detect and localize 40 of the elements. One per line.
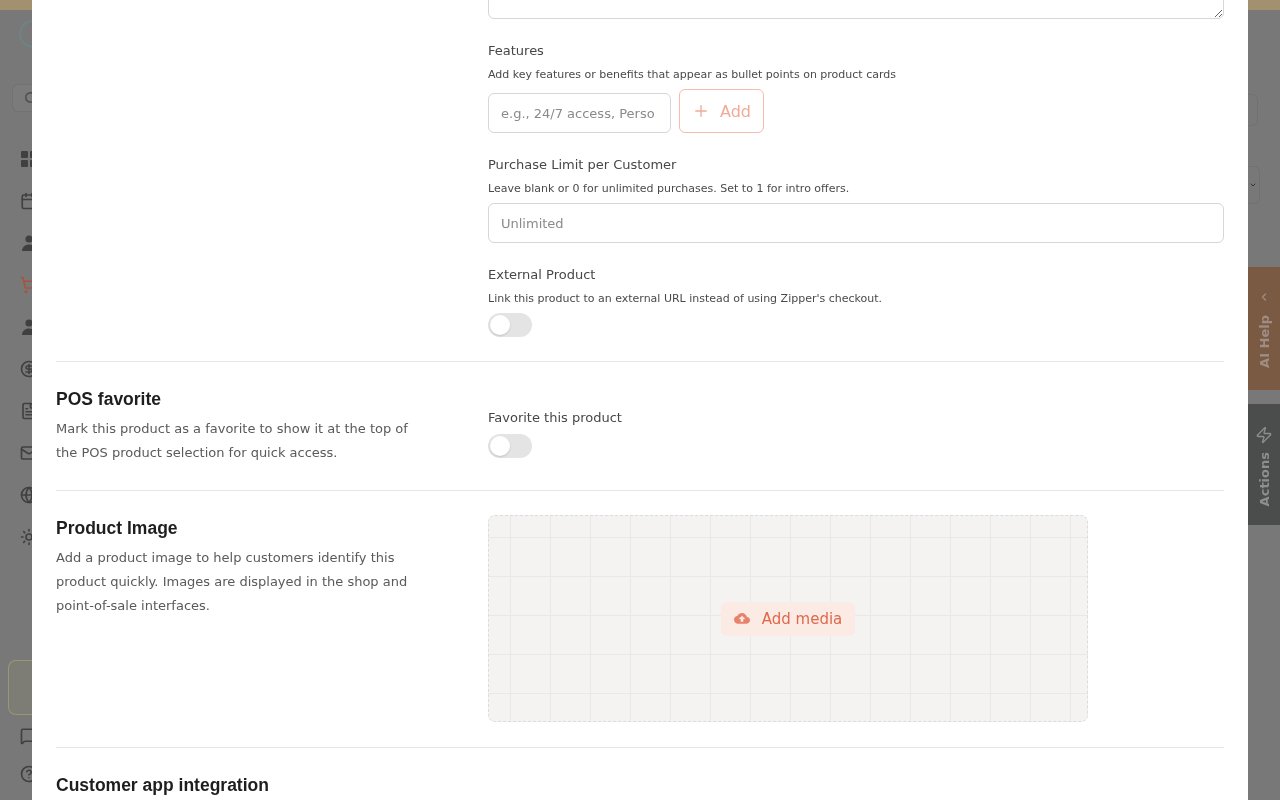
plus-icon — [692, 102, 710, 120]
media-dropzone[interactable]: Add media — [488, 515, 1088, 722]
sun-icon[interactable] — [20, 528, 32, 546]
input-field[interactable] — [1248, 94, 1258, 126]
section-title: Customer app integration — [56, 774, 270, 797]
field-label: Favorite this product — [488, 409, 623, 427]
mail-icon[interactable] — [20, 444, 32, 462]
cloud-upload-icon — [733, 610, 750, 627]
lightning-icon — [1255, 426, 1273, 444]
section-description: Mark this product as a favorite to show it at the top of the POS product selection for quick access. — [56, 420, 409, 462]
person-icon[interactable] — [20, 318, 32, 336]
document-icon[interactable] — [20, 402, 32, 420]
field-label: Purchase Limit per Customer — [488, 156, 678, 174]
toggle-switch[interactable] — [488, 434, 532, 458]
field-hint: Add key features or benefits that appear as bullet points on product cards — [488, 67, 897, 83]
field-label: Features — [488, 42, 545, 60]
toggle-switch[interactable] — [488, 313, 532, 337]
help-icon[interactable] — [20, 765, 32, 783]
banner-strip — [1248, 0, 1280, 10]
actions-tab[interactable]: Actions — [1248, 404, 1280, 525]
search-field[interactable] — [12, 84, 32, 112]
field-hint: Link this product to an external URL instead of using Zipper's checkout. — [488, 291, 883, 307]
calendar-icon[interactable] — [20, 192, 32, 210]
globe-icon[interactable] — [20, 486, 32, 504]
banner-strip — [0, 0, 32, 10]
search-icon — [24, 91, 32, 105]
help-tab[interactable]: AI Help — [1248, 267, 1280, 390]
person-icon[interactable] — [20, 234, 32, 252]
select-field[interactable] — [1248, 166, 1260, 204]
logo-icon — [19, 20, 32, 48]
grid-icon[interactable] — [20, 150, 32, 168]
chat-icon[interactable] — [20, 727, 32, 745]
add-media-button[interactable]: Add media — [720, 601, 856, 636]
field-label: External Product — [488, 266, 597, 284]
field-hint: Leave blank or 0 for unlimited purchases. Set to 1 for intro offers. — [488, 181, 851, 197]
section-description: Add a product image to help customers identify this product quickly. Images are displayed in the shop and point-of-sale interfaces. — [56, 549, 409, 615]
coin-icon[interactable] — [20, 360, 32, 378]
section-title: POS favorite — [56, 388, 163, 411]
promo-card — [8, 660, 32, 715]
section-title: Product Image — [56, 517, 179, 540]
